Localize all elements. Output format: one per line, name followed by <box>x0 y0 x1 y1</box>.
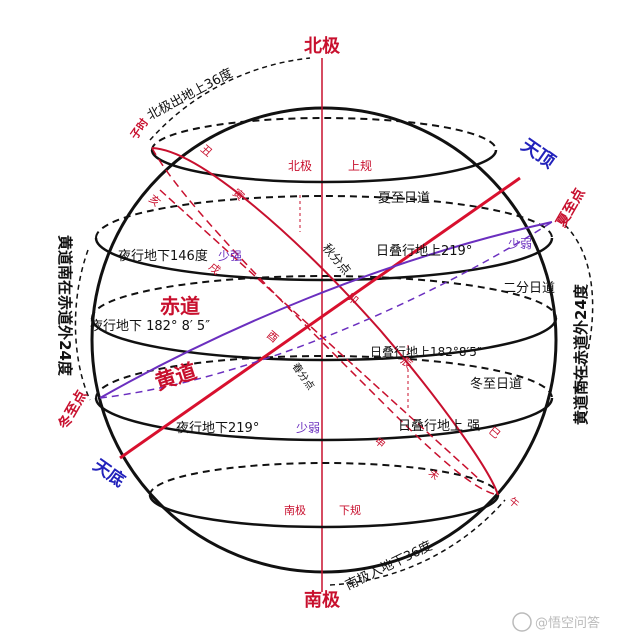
winter-solstice-point-label: 冬至点 <box>55 387 91 432</box>
celestial-sphere-diagram: 北极 南极 北极出地上36度 南极入地下36度 天顶 天底 黄道南在赤道外24度… <box>55 36 600 632</box>
summer-path-label: 夏至日道 <box>378 191 430 206</box>
lower-circle-label: 下规 <box>339 503 361 517</box>
hour-wei: 未 <box>426 467 441 483</box>
equinox-path-label: 二分日道 <box>503 281 555 296</box>
summer-night-extra: 少强 <box>218 249 242 263</box>
upper-circle-north-label: 北极 <box>288 159 312 173</box>
nadir-label: 天底 <box>89 455 129 492</box>
summer-night-label: 夜行地下146度 <box>118 248 208 264</box>
lower-circle-south-label: 南极 <box>284 503 306 517</box>
winter-night-extra: 少弱 <box>296 421 320 435</box>
ecliptic-axis-red <box>159 189 481 481</box>
equinox-night-label: 夜行地下 182° 8′ 5″ <box>90 319 210 334</box>
summer-day-label: 日叠行地上219° <box>376 244 472 259</box>
watermark-logo-icon <box>512 612 532 632</box>
upper-circle-label: 上规 <box>348 158 372 173</box>
zenith-label: 天顶 <box>517 135 559 173</box>
hour-zi: 子时 <box>127 116 151 142</box>
ecliptic-offset-left-label: 黄道南在赤道外24度 <box>56 235 74 377</box>
south-pole-below-label: 南极入地下36度 <box>343 538 435 594</box>
south-pole-label: 南极 <box>304 589 341 611</box>
ecliptic-offset-right-label: 黄道南在赤道外24度 <box>572 283 590 425</box>
watermark-text: @悟空问答 <box>535 615 600 631</box>
watermark: @悟空问答 <box>512 612 600 632</box>
winter-night-label: 夜行地下219° <box>176 421 259 436</box>
winter-path-front <box>94 397 554 442</box>
lower-circle-front <box>148 494 500 529</box>
ecliptic-offset-arc-left <box>74 249 91 401</box>
spring-equinox-label: 春分点 <box>290 361 317 392</box>
ecliptic-label: 黄道 <box>152 359 199 395</box>
hour-you: 酉 <box>264 328 281 345</box>
hour-wu: 午 <box>506 494 522 510</box>
celestial-sphere <box>90 106 558 574</box>
equinox-day-label: 日叠行地上182°8′5″ <box>370 345 482 359</box>
zenith-nadir-axis <box>119 176 521 460</box>
summer-day-extra: 少弱 <box>508 237 532 251</box>
hour-shen: 申 <box>372 434 388 450</box>
winter-path-label: 冬至日道 <box>470 376 522 392</box>
equator-label: 赤道 <box>160 294 200 318</box>
north-pole-above-label: 北极出地上36度 <box>144 65 235 124</box>
hour-hai: 亥 <box>146 192 163 210</box>
winter-day-label: 日叠行地上 强 <box>398 419 480 434</box>
north-pole-label: 北极 <box>304 36 341 57</box>
summer-solstice-point-label: 夏至点 <box>553 185 589 230</box>
lower-circle-back <box>149 462 499 496</box>
